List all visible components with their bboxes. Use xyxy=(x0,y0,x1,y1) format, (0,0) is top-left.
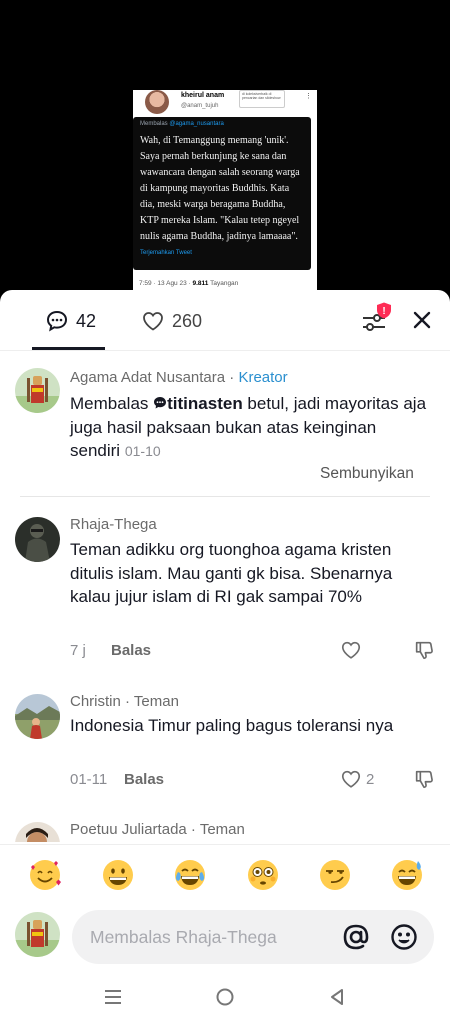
comments-count: 42 xyxy=(76,310,97,331)
tab-comments[interactable]: 42 xyxy=(44,308,96,334)
my-avatar[interactable] xyxy=(15,912,60,957)
reply-placeholder: Membalas Rhaja-Thega xyxy=(90,927,277,947)
tweet-avatar xyxy=(145,90,169,114)
flushed-face-icon[interactable] xyxy=(245,857,281,893)
reply-prefix: Membalas xyxy=(70,394,154,413)
comment-footer: 7 j Balas xyxy=(70,639,433,663)
heart-icon xyxy=(140,308,166,334)
mention-at-icon[interactable] xyxy=(342,923,370,951)
tweet-more-icon: ⋮ xyxy=(305,93,312,100)
mention-text: titinasten xyxy=(167,394,243,413)
friend-tag: Teman xyxy=(133,693,179,710)
face-with-tears-of-joy-icon[interactable] xyxy=(172,857,208,893)
dislike-icon[interactable] xyxy=(413,639,435,661)
tweet-reply-to: @agama_nusantara xyxy=(169,121,224,127)
system-nav-bar xyxy=(0,970,450,1024)
dislike-icon[interactable] xyxy=(413,768,435,790)
tab-underline xyxy=(32,347,105,350)
comment-username[interactable]: Rhaja-Thega xyxy=(70,516,157,533)
comment-icon xyxy=(44,308,70,334)
like-heart-icon[interactable] xyxy=(340,639,362,661)
comment-username[interactable]: Agama Adat Nusantara · Kreator xyxy=(70,369,288,386)
tweet-reply-prefix: Membalas xyxy=(140,121,168,127)
comment-text: Teman adikku org tuonghoa agama kristen … xyxy=(70,540,393,606)
tweet-meta-views-label: Tayangan xyxy=(208,280,239,287)
reply-row: Membalas Rhaja-Thega xyxy=(0,907,450,967)
emoji-picker-icon[interactable] xyxy=(390,923,418,951)
home-icon[interactable] xyxy=(214,986,236,1008)
comment-bubble-icon xyxy=(154,397,167,409)
comment-timestamp: 01-10 xyxy=(124,443,161,459)
comment-time: 7 j xyxy=(70,642,86,659)
reply-button[interactable]: Balas xyxy=(111,642,151,659)
comment-footer: 01-11 Balas 2 xyxy=(70,768,433,792)
separator: · xyxy=(120,693,134,710)
tweet-body: Membalas @agama_nusantara Wah, di Temang… xyxy=(133,117,311,270)
comment-text: Membalas titinasten betul, jadi mayorita… xyxy=(70,392,430,464)
recent-apps-icon[interactable] xyxy=(102,986,124,1008)
tweet-name: kheirul anam xyxy=(181,92,225,99)
tweet-handle: @anam_tujuh xyxy=(181,103,219,109)
sheet-header: 42 260 ! xyxy=(0,290,450,351)
tweet-text: Wah, di Temanggung memang 'unik'. Saya p… xyxy=(140,135,300,242)
tweet-meta-views: 9.811 xyxy=(192,280,209,287)
separator: · xyxy=(186,821,200,838)
likes-count: 260 xyxy=(172,310,203,331)
avatar[interactable] xyxy=(15,368,60,413)
video-area[interactable]: kheirul anam @anam_tujuh di koleksiverba… xyxy=(0,0,450,300)
smirking-face-icon[interactable] xyxy=(317,857,353,893)
comment-sheet: 42 260 ! Agama Adat Nusantara · Kreator … xyxy=(0,290,450,1024)
avatar[interactable] xyxy=(15,822,60,842)
close-icon[interactable] xyxy=(410,308,434,332)
mention[interactable]: titinasten xyxy=(153,394,243,413)
comment-text: Indonesia Timur paling bagus toleransi n… xyxy=(70,716,394,735)
alert-badge: ! xyxy=(376,302,392,319)
tweet-reply-line: Membalas @agama_nusantara xyxy=(140,121,304,127)
like-count: 2 xyxy=(366,771,375,788)
creator-tag: Kreator xyxy=(238,369,288,386)
comment-username[interactable]: Poetuu Juliartada · Teman xyxy=(70,821,245,838)
username-text: Poetuu Juliartada xyxy=(70,821,187,838)
tweet-header: kheirul anam @anam_tujuh di koleksiverba… xyxy=(141,90,312,116)
reply-button[interactable]: Balas xyxy=(124,771,164,788)
tweet-meta-time: 7:59 · 13 Agu 23 · xyxy=(139,280,193,287)
emoji-row xyxy=(0,844,450,906)
avatar[interactable] xyxy=(15,694,60,739)
grinning-face-with-sweat-icon[interactable] xyxy=(389,857,425,893)
grinning-face-icon[interactable] xyxy=(100,857,136,893)
comment-time: 01-11 xyxy=(70,771,108,788)
tweet-popup: di koleksiverbaik di pencarian dan slide… xyxy=(239,90,285,108)
tweet-card: kheirul anam @anam_tujuh di koleksiverba… xyxy=(133,90,317,296)
alert-badge-text: ! xyxy=(382,306,385,317)
friend-tag: Teman xyxy=(199,821,245,838)
comment-username[interactable]: Christin · Teman xyxy=(70,693,179,710)
divider xyxy=(20,496,430,497)
comment-list[interactable]: Agama Adat Nusantara · Kreator Membalas … xyxy=(0,352,450,842)
smiling-face-with-hearts-icon[interactable] xyxy=(27,857,63,893)
username-text: Agama Adat Nusantara xyxy=(70,369,226,386)
hide-button[interactable]: Sembunyikan xyxy=(320,465,414,483)
username-text: Christin xyxy=(70,693,121,710)
avatar[interactable] xyxy=(15,517,60,562)
reply-input[interactable]: Membalas Rhaja-Thega xyxy=(72,910,434,964)
separator: · xyxy=(225,369,239,386)
tweet-meta: 7:59 · 13 Agu 23 · 9.811 Tayangan xyxy=(139,280,238,287)
tweet-translate: Terjemahkan Tweet xyxy=(140,250,192,256)
like-heart-icon[interactable] xyxy=(340,768,362,790)
tab-likes[interactable]: 260 xyxy=(140,308,202,334)
back-icon[interactable] xyxy=(326,986,348,1008)
